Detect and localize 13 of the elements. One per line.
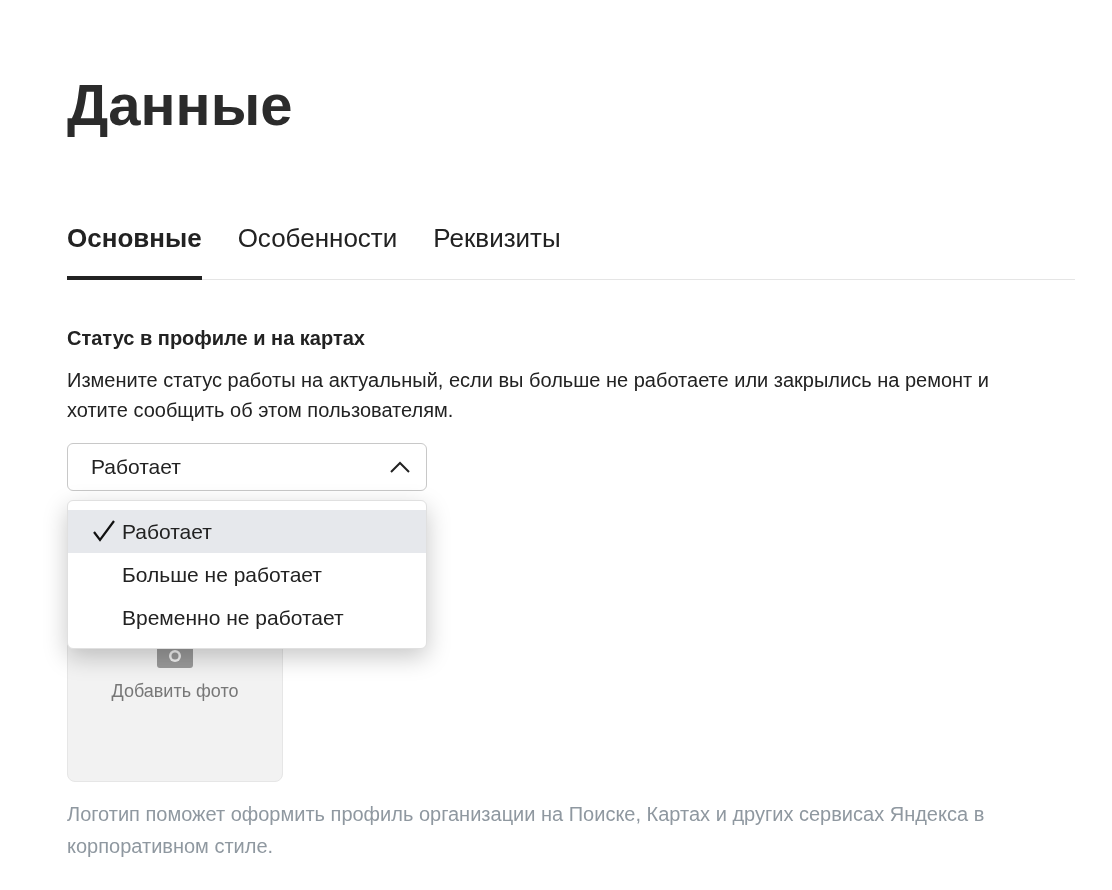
add-photo-label: Добавить фото bbox=[111, 680, 239, 703]
dropdown-option[interactable]: Больше не работает bbox=[68, 553, 426, 596]
section-heading: Статус в профиле и на картах bbox=[67, 326, 365, 351]
status-select[interactable]: Работает bbox=[67, 443, 427, 491]
tab[interactable]: Основные bbox=[67, 198, 202, 280]
dropdown-option[interactable]: Работает bbox=[68, 510, 426, 553]
check-icon bbox=[92, 520, 116, 542]
section-description: Измените статус работы на актуальный, если вы больше не работаете или закрылись на ремонт и хотите сообщить об этом пользователям. bbox=[67, 368, 990, 423]
tab[interactable]: Особенности bbox=[237, 198, 398, 280]
dropdown-option[interactable]: Временно не работает bbox=[68, 596, 426, 639]
page-title: Данные bbox=[67, 71, 293, 139]
tab[interactable]: Реквизиты bbox=[433, 198, 561, 280]
logo-hint: Логотип поможет оформить профиль организации на Поиске, Картах и других сервисах Яндекса в корпоративном стиле. bbox=[67, 802, 986, 859]
